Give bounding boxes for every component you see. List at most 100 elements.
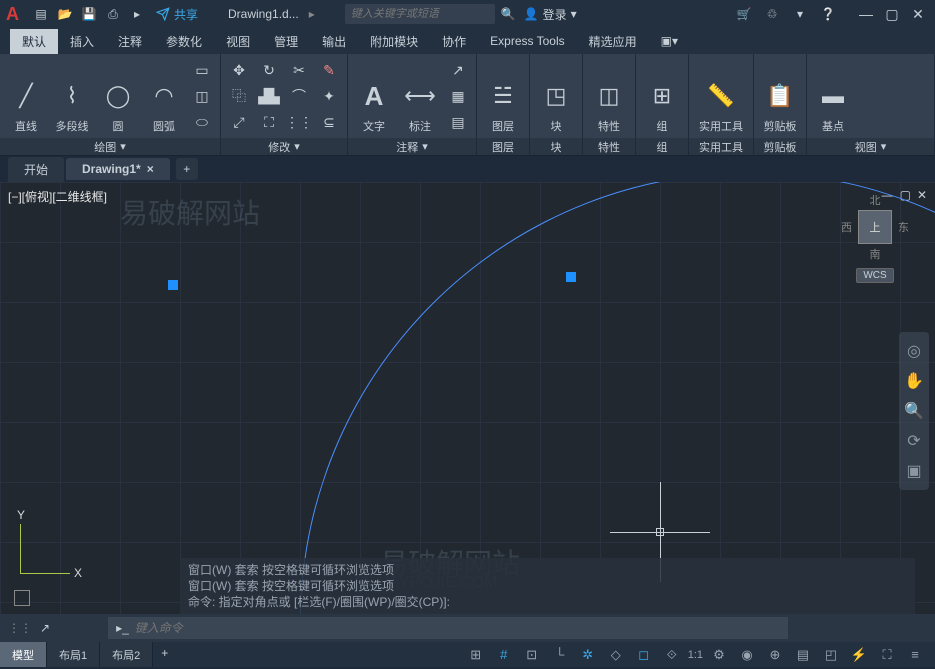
panel-draw-title[interactable]: 绘图 ▾ <box>0 138 220 155</box>
ellipse-icon[interactable]: ⬭ <box>188 110 216 134</box>
grip-handle[interactable] <box>566 272 576 282</box>
panel-view-title[interactable]: 视图 ▾ <box>807 138 934 155</box>
command-input-wrap[interactable]: ▸_ <box>108 617 788 639</box>
layout-add-button[interactable]: + <box>153 642 176 667</box>
isodraft-icon[interactable]: ◇ <box>604 645 628 665</box>
grip-handle[interactable] <box>168 280 178 290</box>
snap-icon[interactable]: ⊡ <box>520 645 544 665</box>
tab-view[interactable]: 视图 <box>214 29 262 54</box>
tab-annotate[interactable]: 注释 <box>106 29 154 54</box>
panel-annot-title[interactable]: 注释 ▾ <box>348 138 476 155</box>
breadcrumb-arrow[interactable]: ▸ <box>309 7 315 21</box>
tab-collab[interactable]: 协作 <box>430 29 478 54</box>
help-icon[interactable]: ❔ <box>817 3 839 25</box>
block-button[interactable]: ◳块 <box>534 58 578 134</box>
maximize-button[interactable]: ▢ <box>881 3 903 25</box>
tab-manage[interactable]: 管理 <box>262 29 310 54</box>
isolate-icon[interactable]: ◰ <box>819 645 843 665</box>
quickprops-icon[interactable]: ▤ <box>791 645 815 665</box>
trim-icon[interactable]: ✂ <box>285 58 313 82</box>
tab-drawing1[interactable]: Drawing1*× <box>66 158 170 180</box>
search-icon[interactable]: 🔍 <box>501 7 516 21</box>
app-icon[interactable]: ♲ <box>761 3 783 25</box>
layer-button[interactable]: ☱图层 <box>481 58 525 134</box>
stretch-icon[interactable]: ⤢ <box>225 110 253 134</box>
close-button[interactable]: ✕ <box>907 3 929 25</box>
showmotion-icon[interactable]: ▣ <box>903 460 925 482</box>
copy-icon[interactable]: ⿻ <box>225 84 253 108</box>
panel-modify-title[interactable]: 修改 ▾ <box>221 138 347 155</box>
tab-output[interactable]: 输出 <box>310 29 358 54</box>
login-button[interactable]: 👤 登录 ▾ <box>524 6 577 23</box>
mirror-icon[interactable]: ▟▙ <box>255 84 283 108</box>
polar-icon[interactable]: ✲ <box>576 645 600 665</box>
rect-icon[interactable]: ▭ <box>188 58 216 82</box>
line-button[interactable]: ╱直线 <box>4 58 48 134</box>
saveas-icon[interactable]: ⎙ <box>102 3 124 25</box>
share-button[interactable]: 共享 <box>156 6 198 23</box>
units-icon[interactable]: ⊕ <box>763 645 787 665</box>
dimension-button[interactable]: ⟷标注 <box>398 58 442 134</box>
cmd-handle-icon[interactable]: ⋮⋮ <box>8 621 32 635</box>
hardware-accel-icon[interactable]: ⚡ <box>847 645 871 665</box>
dropdown-icon[interactable]: ▾ <box>789 3 811 25</box>
customize-icon[interactable]: ≡ <box>903 645 927 665</box>
array-icon[interactable]: ⋮⋮ <box>285 110 313 134</box>
tab-start[interactable]: 开始 <box>8 157 64 182</box>
annotation-monitor-icon[interactable]: ◉ <box>735 645 759 665</box>
cmd-recent-icon[interactable]: ↗ <box>40 621 50 635</box>
explode-icon[interactable]: ✦ <box>315 84 343 108</box>
cleanscreen-icon[interactable]: ⛶ <box>875 645 899 665</box>
open-icon[interactable]: 📂 <box>54 3 76 25</box>
tab-close-icon[interactable]: × <box>147 162 154 176</box>
tab-featured[interactable]: 精选应用 <box>577 29 649 54</box>
props-button[interactable]: ◫特性 <box>587 58 631 134</box>
arc-button[interactable]: ◠圆弧 <box>142 58 186 134</box>
polyline-button[interactable]: ⌇多段线 <box>50 58 94 134</box>
drawing-canvas[interactable]: 易破解网站 易破解网站 WWW.YPOJIE.COM [−][俯视][二维线框]… <box>0 182 935 614</box>
tab-default[interactable]: 默认 <box>10 29 58 54</box>
qat-more-icon[interactable]: ▸ <box>126 3 148 25</box>
wheel-icon[interactable]: ◎ <box>903 340 925 362</box>
util-button[interactable]: 📏实用工具 <box>693 58 749 134</box>
fillet-icon[interactable]: ⌒ <box>285 84 313 108</box>
cart-icon[interactable]: 🛒 <box>733 3 755 25</box>
minimize-button[interactable]: — <box>855 3 877 25</box>
vp-close-icon[interactable]: ✕ <box>917 188 927 202</box>
annotation-scale-icon[interactable]: ⟐ <box>660 645 684 665</box>
tab-add-button[interactable]: + <box>176 158 198 180</box>
leader-icon[interactable]: ↗ <box>444 58 472 82</box>
search-box[interactable] <box>345 4 495 24</box>
orbit-icon[interactable]: ⟳ <box>903 430 925 452</box>
offset-icon[interactable]: ⊆ <box>315 110 343 134</box>
tab-parametric[interactable]: 参数化 <box>154 29 214 54</box>
command-input[interactable] <box>135 621 780 635</box>
rotate-icon[interactable]: ↻ <box>255 58 283 82</box>
ucs-origin-icon[interactable] <box>14 590 30 606</box>
zoom-icon[interactable]: 🔍 <box>903 400 925 422</box>
move-icon[interactable]: ✥ <box>225 58 253 82</box>
layout-1[interactable]: 布局1 <box>47 642 100 667</box>
grid-toggle-icon[interactable]: # <box>492 645 516 665</box>
tab-focus-icon[interactable]: ▣▾ <box>649 30 690 52</box>
clip-button[interactable]: 📋剪贴板 <box>758 58 802 134</box>
scale-icon[interactable]: ⛶ <box>255 110 283 134</box>
scale-label[interactable]: 1:1 <box>688 645 703 665</box>
text-button[interactable]: A文字 <box>352 58 396 134</box>
layout-model[interactable]: 模型 <box>0 642 47 667</box>
erase-icon[interactable]: ✎ <box>315 58 343 82</box>
hatch-icon[interactable]: ◫ <box>188 84 216 108</box>
search-input[interactable] <box>351 8 489 20</box>
pan-icon[interactable]: ✋ <box>903 370 925 392</box>
viewcube-top[interactable]: 上 <box>858 210 892 244</box>
layout-2[interactable]: 布局2 <box>100 642 153 667</box>
base-button[interactable]: ▬基点 <box>811 58 855 134</box>
circle-button[interactable]: ◯圆 <box>96 58 140 134</box>
group-button[interactable]: ⊞组 <box>640 58 684 134</box>
mtext-icon[interactable]: ▤ <box>444 110 472 134</box>
model-space-icon[interactable]: ⊞ <box>464 645 488 665</box>
tab-express[interactable]: Express Tools <box>478 30 576 52</box>
osnap-icon[interactable]: ◻ <box>632 645 656 665</box>
view-cube[interactable]: 北 西上东 南 WCS <box>835 192 915 292</box>
wcs-badge[interactable]: WCS <box>856 268 893 283</box>
